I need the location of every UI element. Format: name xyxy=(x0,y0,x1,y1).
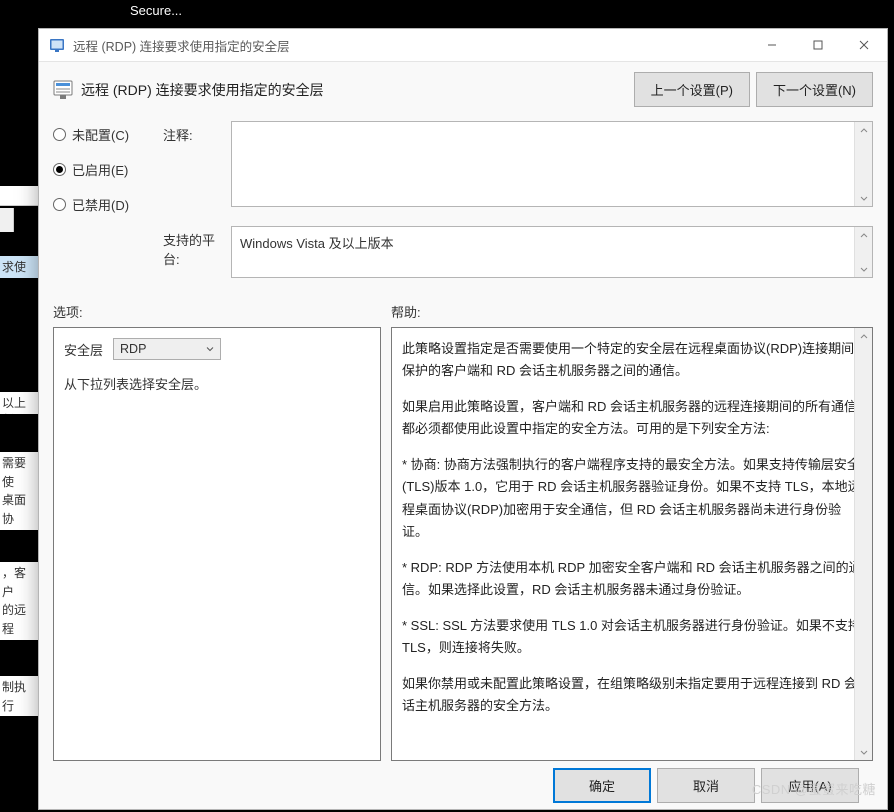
radio-not-configured[interactable]: 未配置(C) xyxy=(53,125,163,144)
help-paragraph: * SSL: SSL 方法要求使用 TLS 1.0 对会话主机服务器进行身份验证… xyxy=(402,615,862,659)
help-pane: 此策略设置指定是否需要使用一个特定的安全层在远程桌面协议(RDP)连接期间保护的… xyxy=(391,327,873,761)
bg-para3: 制执行 方法。 xyxy=(0,676,40,716)
options-instruction: 从下拉列表选择安全层。 xyxy=(64,374,370,393)
scroll-up-icon[interactable] xyxy=(860,328,868,345)
help-paragraph: * 协商: 协商方法强制执行的客户端程序支持的最安全方法。如果支持传输层安全(T… xyxy=(402,454,862,542)
options-label: 选项: xyxy=(53,305,83,320)
close-button[interactable] xyxy=(841,29,887,61)
help-paragraph: 如果你禁用或未配置此策略设置，在组策略级别未指定要用于远程连接到 RD 会话主机… xyxy=(402,673,862,717)
bg-row: 以上版 xyxy=(0,392,40,414)
ok-button[interactable]: 确定 xyxy=(553,768,651,803)
radio-label: 已启用(E) xyxy=(72,160,128,179)
policy-icon xyxy=(49,37,65,53)
scroll-up-icon[interactable] xyxy=(860,122,868,139)
policy-name-label: 远程 (RDP) 连接要求使用指定的安全层 xyxy=(81,80,324,100)
scrollbar[interactable] xyxy=(854,328,872,760)
scroll-down-icon[interactable] xyxy=(860,189,868,206)
radio-disabled[interactable]: 已禁用(D) xyxy=(53,195,163,214)
minimize-button[interactable] xyxy=(749,29,795,61)
bg-para1: 需要使 桌面协 的客户 之间的 xyxy=(0,452,40,530)
comment-label: 注释: xyxy=(163,128,193,143)
apply-button[interactable]: 应用(A) xyxy=(761,768,859,803)
radio-enabled[interactable]: 已启用(E) xyxy=(53,160,163,179)
help-label: 帮助: xyxy=(391,305,421,320)
cancel-button[interactable]: 取消 xyxy=(657,768,755,803)
radio-icon xyxy=(53,198,66,211)
help-paragraph: 如果启用此策略设置，客户端和 RD 会话主机服务器的远程连接期间的所有通信都必须… xyxy=(402,396,862,440)
bg-scrollbar-strip xyxy=(0,208,14,232)
scrollbar[interactable] xyxy=(854,122,872,206)
titlebar[interactable]: 远程 (RDP) 连接要求使用指定的安全层 xyxy=(39,29,887,62)
scroll-up-icon[interactable] xyxy=(860,227,868,244)
help-paragraph: * RDP: RDP 方法使用本机 RDP 加密安全客户端和 RD 会话主机服务… xyxy=(402,557,862,601)
supported-label: 支持的平台: xyxy=(163,233,215,267)
radio-icon xyxy=(53,128,66,141)
scroll-down-icon[interactable] xyxy=(860,260,868,277)
radio-label: 未配置(C) xyxy=(72,125,129,144)
maximize-button[interactable] xyxy=(795,29,841,61)
radio-label: 已禁用(D) xyxy=(72,195,129,214)
supported-value: Windows Vista 及以上版本 xyxy=(232,227,402,258)
bg-toolbar-strip xyxy=(0,186,40,206)
supported-platforms-box: Windows Vista 及以上版本 xyxy=(231,226,873,278)
help-paragraph: 此策略设置指定是否需要使用一个特定的安全层在远程桌面协议(RDP)连接期间保护的… xyxy=(402,338,862,382)
taskbar-app-label: Secure... xyxy=(130,3,182,18)
select-value: RDP xyxy=(120,342,146,356)
policy-header-icon xyxy=(53,80,73,100)
chevron-down-icon xyxy=(206,345,214,353)
prev-setting-button[interactable]: 上一个设置(P) xyxy=(634,72,750,107)
window-title: 远程 (RDP) 连接要求使用指定的安全层 xyxy=(73,36,749,55)
security-layer-select[interactable]: RDP xyxy=(113,338,221,360)
bg-para2: ，客户 的远程 都使用 可用的 xyxy=(0,562,40,640)
radio-icon xyxy=(53,163,66,176)
scroll-down-icon[interactable] xyxy=(860,743,868,760)
scrollbar[interactable] xyxy=(854,227,872,277)
bg-selected-row: 求使用 xyxy=(0,256,40,278)
comment-textarea[interactable] xyxy=(231,121,873,207)
security-layer-label: 安全层 xyxy=(64,340,103,359)
options-pane: 安全层 RDP 从下拉列表选择安全层。 xyxy=(53,327,381,761)
policy-dialog-window: 远程 (RDP) 连接要求使用指定的安全层 xyxy=(38,28,888,810)
next-setting-button[interactable]: 下一个设置(N) xyxy=(756,72,873,107)
